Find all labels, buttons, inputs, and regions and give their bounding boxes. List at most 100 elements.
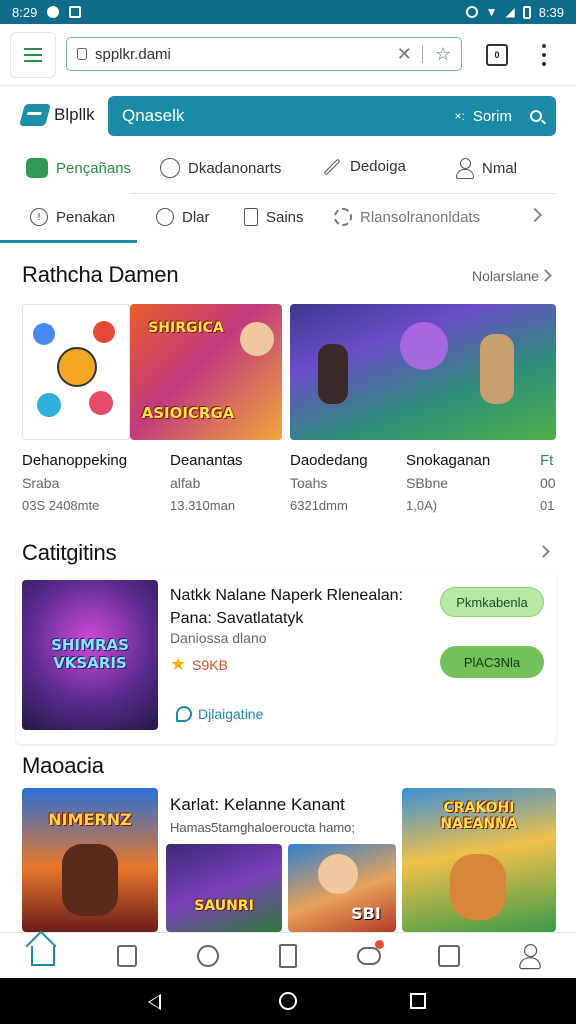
menu-icon-line	[24, 60, 42, 62]
menu-button[interactable]	[10, 32, 56, 78]
clear-url-icon[interactable]: ✕	[397, 44, 412, 65]
primary-action-button[interactable]: PlAC3Nla	[440, 646, 544, 678]
back-icon[interactable]	[148, 994, 161, 1010]
store-icon	[117, 945, 137, 967]
game-card-image-b2[interactable]: SAUNRI	[166, 844, 282, 932]
tab-2[interactable]: Dlar	[156, 208, 210, 226]
tabs-count: 0	[494, 50, 500, 60]
location-icon	[197, 945, 219, 967]
nav-library[interactable]	[273, 941, 303, 971]
game-art-magic	[400, 322, 448, 370]
home-icon	[31, 946, 55, 966]
game-art-title: ASIOICRGA	[141, 404, 235, 422]
nav-home[interactable]	[28, 941, 58, 971]
nav-messages[interactable]	[354, 940, 384, 971]
url-bar[interactable]: spplkr.dami ✕ ☆	[66, 37, 462, 71]
game-art-splash	[89, 391, 113, 415]
menu-icon-line	[24, 54, 42, 56]
section-title-more: Maoacia	[22, 753, 104, 778]
game-art-face	[57, 347, 97, 387]
game-art-title: SBI	[351, 904, 381, 923]
promo-subtitle: Hamas5tamghaloeroucta hamo;	[170, 820, 355, 835]
gear-icon	[334, 208, 352, 226]
home-circle-icon[interactable]	[279, 992, 297, 1010]
battery-icon	[522, 5, 531, 19]
game-size: 1,0A)	[406, 498, 438, 513]
nav-profile[interactable]	[515, 941, 545, 971]
tab-label: Dlar	[182, 208, 210, 226]
game-size: 01	[540, 498, 555, 513]
game-title[interactable]: Snokaganan	[406, 452, 490, 469]
game-art-splash	[93, 321, 115, 343]
category-item-1[interactable]: Pençañans	[26, 158, 131, 178]
nav-store[interactable]	[112, 941, 142, 971]
app-logo[interactable]: Blpllk	[19, 104, 95, 126]
game-card-image-b3[interactable]: SBI	[288, 844, 396, 932]
secondary-action-button[interactable]: Pkmkabenla	[440, 587, 544, 617]
section-chevron-icon[interactable]	[537, 545, 550, 558]
tab-4[interactable]: Rlansolranonldats	[334, 208, 480, 226]
game-art-character	[318, 344, 348, 404]
bookmark-star-icon[interactable]: ☆	[435, 44, 451, 65]
game-art-splash	[37, 393, 61, 417]
game-subtitle: 00	[540, 475, 556, 491]
scroll-right-chevron-icon[interactable]	[527, 207, 543, 223]
category-item-4[interactable]: Nmal	[456, 158, 517, 179]
featured-game-image[interactable]: SHIMRAS VKSARIS	[22, 580, 158, 730]
see-all-chevron-icon[interactable]	[539, 269, 552, 282]
category-item-2[interactable]: Dkadanonarts	[160, 158, 281, 178]
comment-icon	[176, 706, 192, 722]
search-button[interactable]: Sorim	[473, 108, 512, 125]
nav-shop[interactable]	[434, 941, 464, 971]
game-art-title: CRAKOHI NAEANNA	[440, 800, 518, 832]
divider	[130, 193, 556, 194]
recent-apps-icon[interactable]	[410, 993, 426, 1009]
game-card-image-2[interactable]: SHIRGICA ASIOICRGA	[130, 304, 282, 440]
search-bar[interactable]: Qnaselk ×: Sorim	[108, 96, 556, 136]
see-all-link[interactable]: Nolarslane	[472, 268, 539, 284]
search-icon[interactable]	[530, 110, 542, 122]
game-size: 13.310man	[170, 498, 236, 513]
chat-icon	[26, 158, 48, 178]
more-dot-icon	[542, 52, 546, 57]
game-title[interactable]: Daodedang	[290, 452, 368, 469]
more-dot-icon	[542, 61, 546, 66]
game-art-splash	[33, 323, 55, 345]
library-icon	[279, 944, 297, 968]
nav-explore[interactable]	[193, 941, 223, 971]
game-title[interactable]: Dehanoppeking	[22, 452, 127, 469]
signal-icon: ◢	[505, 5, 515, 19]
rating-value: S9KB	[192, 656, 228, 673]
game-card-image-1[interactable]	[22, 304, 130, 440]
game-subtitle: SBbne	[406, 475, 449, 491]
tab-1[interactable]: ! Penakan	[30, 208, 115, 226]
game-title[interactable]: Deanantas	[170, 452, 243, 469]
game-art-character	[62, 844, 118, 916]
category-label: Dkadanonarts	[188, 159, 282, 177]
game-card-image-3[interactable]	[290, 304, 556, 440]
featured-game-link[interactable]: Djlaigatine	[176, 706, 263, 722]
overflow-menu-button[interactable]	[538, 42, 550, 68]
category-label: Pençañans	[56, 159, 132, 177]
promo-title[interactable]: Karlat: Kelanne Kanant	[170, 795, 345, 815]
game-art-character	[240, 322, 274, 356]
game-card-image-b4[interactable]: CRAKOHI NAEANNA	[402, 788, 556, 932]
search-clear-button[interactable]: ×:	[454, 109, 464, 123]
more-dot-icon	[542, 44, 546, 49]
profile-icon	[519, 944, 541, 970]
category-label: Dedoiga	[350, 158, 406, 175]
tabs-button[interactable]: 0	[486, 44, 508, 66]
section-title-featured: Rathcha Damen	[22, 262, 179, 287]
logo-icon	[19, 104, 51, 126]
tab-3[interactable]: Sains	[244, 208, 304, 226]
featured-link-label: Djlaigatine	[198, 706, 264, 722]
pen-icon	[323, 158, 341, 175]
game-title[interactable]: Ft	[540, 452, 553, 469]
featured-game-rating: ★ S9KB	[170, 654, 228, 675]
category-item-3[interactable]: Dedoiga	[322, 158, 406, 175]
featured-game-title[interactable]: Natkk Nalane Naperk Rlenealan: Pana: Sav…	[170, 584, 410, 630]
game-card-image-b1[interactable]: NIMERNZ	[22, 788, 158, 932]
tab-label: Penakan	[56, 208, 116, 226]
status-time-left: 8:29	[12, 4, 38, 20]
menu-icon-line	[24, 48, 42, 50]
